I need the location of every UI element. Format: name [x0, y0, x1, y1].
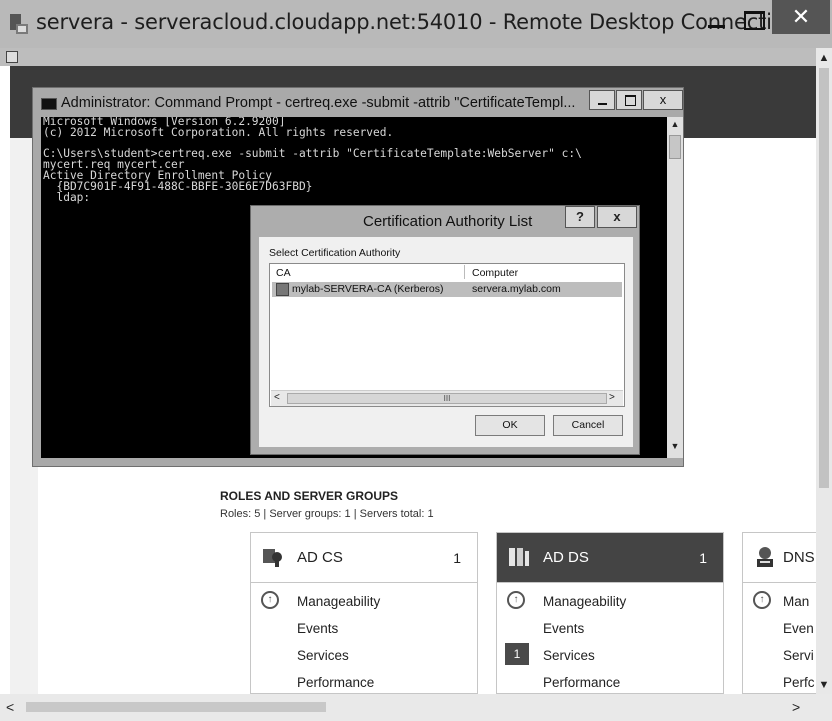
up-arrow-icon: ↑	[753, 591, 771, 609]
role-tile-dns[interactable]: DNS ↑ Man Even Servi Perfc	[742, 532, 816, 694]
tile-row-events[interactable]: Even	[783, 621, 814, 636]
cmd-close-button[interactable]: x	[643, 90, 683, 110]
scroll-up-icon[interactable]: ▲	[667, 119, 683, 133]
certificate-server-icon	[261, 545, 285, 569]
remote-desktop-icon	[8, 12, 30, 36]
vertical-scrollbar[interactable]: ▲ ▼	[816, 48, 832, 694]
directory-services-icon	[507, 545, 531, 569]
up-arrow-icon: ↑	[507, 591, 525, 609]
dialog-title: Certification Authority List	[363, 213, 533, 230]
scroll-thumb[interactable]	[819, 68, 829, 488]
scroll-left-icon[interactable]: <	[274, 392, 286, 405]
scroll-down-icon[interactable]: ▼	[667, 441, 683, 455]
tile-name: DNS	[783, 549, 815, 566]
roles-heading: ROLES AND SERVER GROUPS	[220, 489, 399, 503]
tile-row-services[interactable]: Servi	[783, 648, 814, 663]
tile-row-performance[interactable]: Perfc	[783, 675, 815, 690]
tile-header[interactable]: AD DS 1	[497, 533, 723, 583]
tile-row-events[interactable]: Events	[297, 621, 338, 636]
cmd-vertical-scrollbar[interactable]: ▲ ▼	[667, 117, 683, 458]
scroll-left-icon[interactable]: <	[6, 697, 24, 717]
scroll-right-icon[interactable]: >	[792, 697, 810, 717]
role-tile-ad-ds[interactable]: AD DS 1 ↑ Manageability Events 1 Service…	[496, 532, 724, 694]
cmd-maximize-button[interactable]	[616, 90, 642, 110]
tile-row-services[interactable]: Services	[297, 648, 349, 663]
ca-listview[interactable]: CA Computer mylab-SERVERA-CA (Kerberos) …	[269, 263, 625, 407]
tile-row-manageability[interactable]: Manageability	[297, 594, 380, 609]
tile-header[interactable]: DNS	[743, 533, 816, 583]
horizontal-scrollbar[interactable]: < >	[0, 694, 832, 721]
command-prompt-title: Administrator: Command Prompt - certreq.…	[61, 95, 576, 111]
scroll-down-icon[interactable]: ▼	[816, 676, 832, 694]
scroll-thumb[interactable]	[669, 135, 681, 159]
window-title: servera - serveracloud.cloudapp.net:5401…	[36, 10, 792, 34]
ca-name: mylab-SERVERA-CA (Kerberos)	[292, 283, 444, 295]
column-divider[interactable]	[464, 265, 465, 279]
ca-list-dialog[interactable]: Certification Authority List ? x Select …	[250, 205, 640, 455]
scroll-thumb[interactable]: III	[287, 393, 607, 404]
dns-server-icon	[753, 545, 777, 569]
scroll-right-icon[interactable]: >	[609, 392, 621, 405]
role-tile-ad-cs[interactable]: AD CS 1 ↑ Manageability Events Services …	[250, 532, 478, 694]
minimize-button[interactable]	[698, 8, 734, 38]
ca-computer: servera.mylab.com	[472, 283, 561, 295]
connection-bar-icon[interactable]	[6, 51, 18, 63]
tile-row-services[interactable]: Services	[543, 648, 595, 663]
cancel-button[interactable]: Cancel	[553, 415, 623, 436]
tile-name: AD DS	[543, 549, 589, 566]
column-header-computer[interactable]: Computer	[472, 267, 518, 279]
up-arrow-icon: ↑	[261, 591, 279, 609]
tile-count: 1	[699, 550, 707, 566]
console-text: Microsoft Windows [Version 6.2.9200] (c)…	[43, 117, 582, 204]
tile-name: AD CS	[297, 549, 343, 566]
tile-row-manageability[interactable]: Manageability	[543, 594, 626, 609]
column-header-ca[interactable]: CA	[276, 267, 291, 279]
connection-bar	[0, 48, 832, 66]
cmd-minimize-button[interactable]	[589, 90, 615, 110]
scroll-up-icon[interactable]: ▲	[816, 48, 832, 66]
close-button[interactable]: ✕	[772, 0, 830, 34]
tile-row-performance[interactable]: Performance	[543, 675, 620, 690]
tile-row-performance[interactable]: Performance	[297, 675, 374, 690]
roles-summary: Roles: 5 | Server groups: 1 | Servers to…	[220, 508, 434, 520]
dialog-body: Select Certification Authority CA Comput…	[259, 237, 633, 447]
ok-button[interactable]: OK	[475, 415, 545, 436]
maximize-button[interactable]	[736, 8, 772, 38]
select-ca-label: Select Certification Authority	[269, 247, 401, 259]
tile-row-events[interactable]: Events	[543, 621, 584, 636]
dialog-close-button[interactable]: x	[597, 206, 637, 228]
certificate-authority-icon	[276, 283, 289, 296]
command-prompt-icon	[41, 98, 57, 110]
list-horizontal-scrollbar[interactable]: < III >	[271, 390, 623, 406]
tile-header[interactable]: AD CS 1	[251, 533, 477, 583]
scroll-thumb[interactable]	[26, 702, 326, 712]
tile-row-manageability[interactable]: Man	[783, 594, 809, 609]
rdp-titlebar: servera - serveracloud.cloudapp.net:5401…	[0, 0, 832, 48]
tile-count: 1	[453, 550, 461, 566]
ca-list-row[interactable]: mylab-SERVERA-CA (Kerberos) servera.myla…	[272, 282, 622, 297]
services-alert-badge: 1	[505, 643, 529, 665]
help-button[interactable]: ?	[565, 206, 595, 228]
